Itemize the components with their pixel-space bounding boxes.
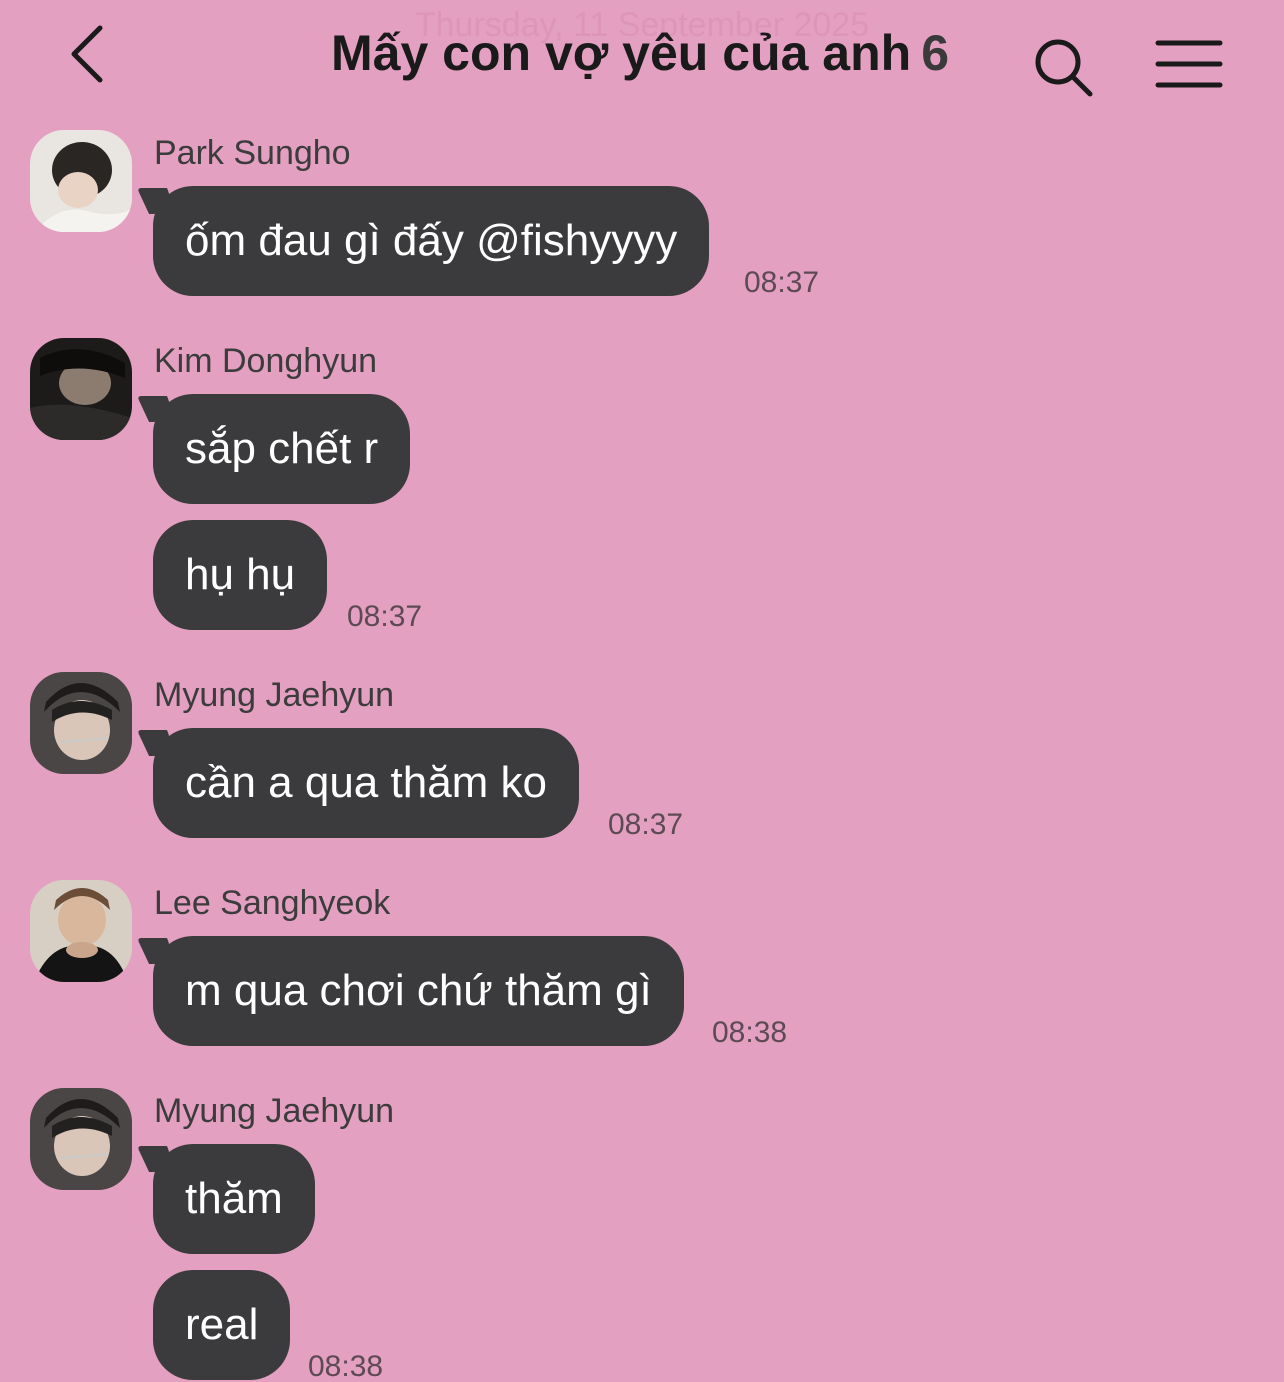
message-time: 08:37 — [347, 600, 423, 633]
message-text: cần a qua thăm ko — [185, 758, 548, 807]
sender-name: Kim Donghyun — [154, 342, 378, 380]
member-count: 6 — [921, 25, 949, 81]
message-time: 08:38 — [308, 1350, 384, 1382]
sender-name: Myung Jaehyun — [154, 1092, 395, 1130]
chevron-left-icon — [71, 25, 103, 83]
sender-name: Park Sungho — [154, 134, 351, 172]
avatar-myung-jaehyun[interactable] — [30, 1088, 132, 1190]
message-bubble[interactable]: m qua chơi chứ thăm gì — [153, 936, 684, 1046]
message-bubble[interactable]: sắp chết r — [153, 394, 411, 504]
message-bubble[interactable]: real — [153, 1270, 291, 1380]
sender-name: Myung Jaehyun — [154, 676, 395, 714]
message-time: 08:37 — [744, 266, 820, 299]
avatar-park-sungho[interactable] — [30, 130, 132, 232]
sender-name: Lee Sanghyeok — [154, 884, 391, 922]
message-text: sắp chết r — [185, 424, 379, 473]
message-text: m qua chơi chứ thăm gì — [185, 966, 652, 1015]
avatar-kim-donghyun[interactable] — [30, 338, 132, 440]
menu-icon — [1155, 40, 1223, 88]
message-bubble[interactable]: cần a qua thăm ko — [153, 728, 580, 838]
message-time: 08:37 — [608, 808, 684, 841]
message-bubble[interactable]: hụ hụ — [153, 520, 328, 630]
back-button[interactable] — [60, 22, 116, 86]
menu-button[interactable] — [1154, 38, 1224, 90]
avatar-myung-jaehyun[interactable] — [30, 672, 132, 774]
message-time: 08:38 — [712, 1016, 788, 1049]
message-text: real — [185, 1300, 259, 1349]
message-bubble[interactable]: thăm — [153, 1144, 315, 1254]
search-icon — [1035, 39, 1093, 97]
search-button[interactable] — [1030, 34, 1096, 100]
chat-title-text: Mấy con vợ yêu của anh — [331, 25, 912, 81]
message-bubble[interactable]: ốm đau gì đấy @fishyyyy — [153, 186, 710, 296]
chat-header: Thursday, 11 September 2025 Mấy con vợ y… — [0, 0, 1284, 118]
chat-title[interactable]: Mấy con vợ yêu của anh 6 — [250, 24, 1030, 82]
message-text: hụ hụ — [185, 550, 296, 599]
message-text: thăm — [185, 1174, 283, 1223]
message-text: ốm đau gì đấy @fishyyyy — [185, 216, 678, 265]
avatar-lee-sanghyeok[interactable] — [30, 880, 132, 982]
